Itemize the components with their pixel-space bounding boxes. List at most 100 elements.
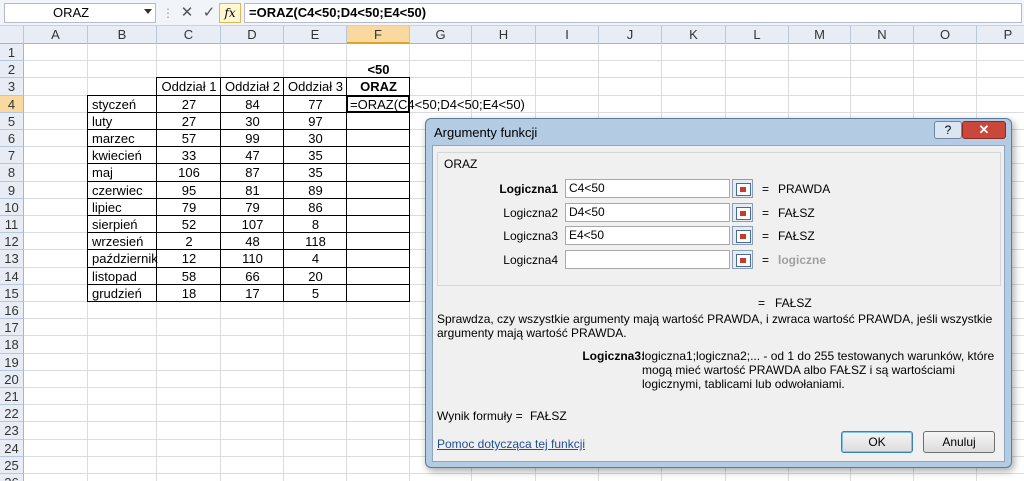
arg-input-logiczna4[interactable]	[565, 250, 730, 269]
arg-label-logiczna3: Logiczna3	[503, 229, 558, 243]
row-header-8[interactable]: 8	[0, 164, 24, 182]
arg-input-logiczna1[interactable]: C4<50	[565, 179, 730, 198]
formula-input[interactable]: =ORAZ(C4<50;D4<50;E4<50)	[244, 3, 1022, 23]
active-cell-indicator	[346, 94, 410, 113]
row-header-22[interactable]: 22	[0, 405, 24, 423]
column-header-d[interactable]: D	[221, 26, 284, 44]
row-header-1[interactable]: 1	[0, 44, 24, 62]
column-header-a[interactable]: A	[24, 26, 88, 44]
cell-border	[283, 197, 347, 216]
insert-function-button[interactable]: fx	[219, 3, 241, 23]
row-header-16[interactable]: 16	[0, 302, 24, 320]
cell-border	[156, 266, 221, 285]
column-header-l[interactable]: L	[726, 26, 789, 44]
row-header-25[interactable]: 25	[0, 456, 24, 474]
collapse-dialog-icon[interactable]	[732, 203, 753, 222]
cell-border	[220, 111, 284, 130]
name-box[interactable]: ORAZ	[4, 3, 156, 23]
cell-border	[346, 111, 410, 130]
column-header-h[interactable]: H	[472, 26, 536, 44]
cell-border	[346, 163, 410, 182]
name-box-dropdown-icon[interactable]	[144, 9, 152, 14]
row-header-12[interactable]: 12	[0, 233, 24, 251]
column-header-row: ABCDEFGHIJKLMNOP	[0, 26, 1024, 44]
column-header-f[interactable]: F	[347, 26, 410, 44]
cell-border	[220, 215, 284, 234]
cell-border	[220, 249, 284, 268]
ok-button[interactable]: OK	[841, 431, 913, 453]
confirm-entry-icon[interactable]: ✓	[199, 3, 219, 23]
close-icon[interactable]: ✕	[962, 121, 1006, 139]
cell-border	[283, 111, 347, 130]
cell-f2[interactable]: <50	[347, 61, 410, 78]
row-header-19[interactable]: 19	[0, 353, 24, 371]
row-header-5[interactable]: 5	[0, 112, 24, 130]
cell-border	[283, 163, 347, 182]
arg-equals: =	[762, 206, 770, 220]
column-header-k[interactable]: K	[662, 26, 726, 44]
row-header-2[interactable]: 2	[0, 61, 24, 79]
select-all-corner[interactable]	[0, 26, 24, 44]
arg-input-logiczna2[interactable]: D4<50	[565, 203, 730, 222]
cell-border	[87, 94, 157, 113]
column-header-c[interactable]: C	[157, 26, 221, 44]
column-header-g[interactable]: G	[410, 26, 472, 44]
function-description: Sprawdza, czy wszystkie argumenty mają w…	[437, 312, 993, 340]
column-header-b[interactable]: B	[88, 26, 157, 44]
row-header-10[interactable]: 10	[0, 198, 24, 216]
cell-border	[156, 197, 221, 216]
collapse-dialog-icon[interactable]	[732, 226, 753, 245]
cancel-entry-icon[interactable]: ✕	[177, 3, 197, 23]
help-link[interactable]: Pomoc dotycząca tej funkcji	[437, 437, 585, 451]
collapse-dialog-icon[interactable]	[732, 250, 753, 269]
cell-border	[87, 129, 157, 148]
cell-border	[87, 111, 157, 130]
cell-border	[87, 146, 157, 165]
column-header-j[interactable]: J	[599, 26, 662, 44]
cell-border	[346, 215, 410, 234]
cell-border	[156, 163, 221, 182]
column-header-o[interactable]: O	[914, 26, 977, 44]
collapse-dialog-icon[interactable]	[732, 179, 753, 198]
row-header-26[interactable]: 26	[0, 474, 24, 481]
row-header-13[interactable]: 13	[0, 250, 24, 268]
row-header-9[interactable]: 9	[0, 181, 24, 199]
row-header-3[interactable]: 3	[0, 78, 24, 96]
column-header-i[interactable]: I	[536, 26, 599, 44]
arg-label-logiczna4: Logiczna4	[503, 253, 558, 267]
cell-border	[283, 146, 347, 165]
arg-help-text: logiczna1;logiczna2;... - od 1 do 255 te…	[642, 349, 995, 391]
cancel-button[interactable]: Anuluj	[923, 431, 995, 453]
row-header-15[interactable]: 15	[0, 284, 24, 302]
row-header-17[interactable]: 17	[0, 319, 24, 337]
row-header-18[interactable]: 18	[0, 336, 24, 354]
cell-border	[156, 232, 221, 251]
row-header-20[interactable]: 20	[0, 370, 24, 388]
cell-border	[283, 129, 347, 148]
cell-border	[283, 249, 347, 268]
row-header-7[interactable]: 7	[0, 147, 24, 165]
row-header-24[interactable]: 24	[0, 439, 24, 457]
column-header-p[interactable]: P	[977, 26, 1024, 44]
row-header-21[interactable]: 21	[0, 388, 24, 406]
cell-border	[346, 146, 410, 165]
arg-label-logiczna1: Logiczna1	[499, 182, 558, 196]
cell-border	[346, 180, 410, 199]
cell-border	[156, 146, 221, 165]
cell-border	[87, 283, 157, 302]
cell-border	[283, 283, 347, 302]
dialog-body: ORAZ Logiczna1 C4<50 = PRAWDA Logiczna2 …	[432, 145, 1005, 462]
row-header-23[interactable]: 23	[0, 422, 24, 440]
cell-border	[283, 266, 347, 285]
arg-input-logiczna3[interactable]: E4<50	[565, 226, 730, 245]
help-icon[interactable]: ?	[934, 121, 962, 139]
column-header-e[interactable]: E	[284, 26, 347, 44]
row-header-4[interactable]: 4	[0, 95, 24, 113]
row-header-14[interactable]: 14	[0, 267, 24, 285]
column-header-m[interactable]: M	[789, 26, 851, 44]
row-header-6[interactable]: 6	[0, 130, 24, 148]
cell-border	[283, 215, 347, 234]
arg-equals: =	[762, 229, 770, 243]
column-header-n[interactable]: N	[851, 26, 914, 44]
row-header-11[interactable]: 11	[0, 216, 24, 234]
